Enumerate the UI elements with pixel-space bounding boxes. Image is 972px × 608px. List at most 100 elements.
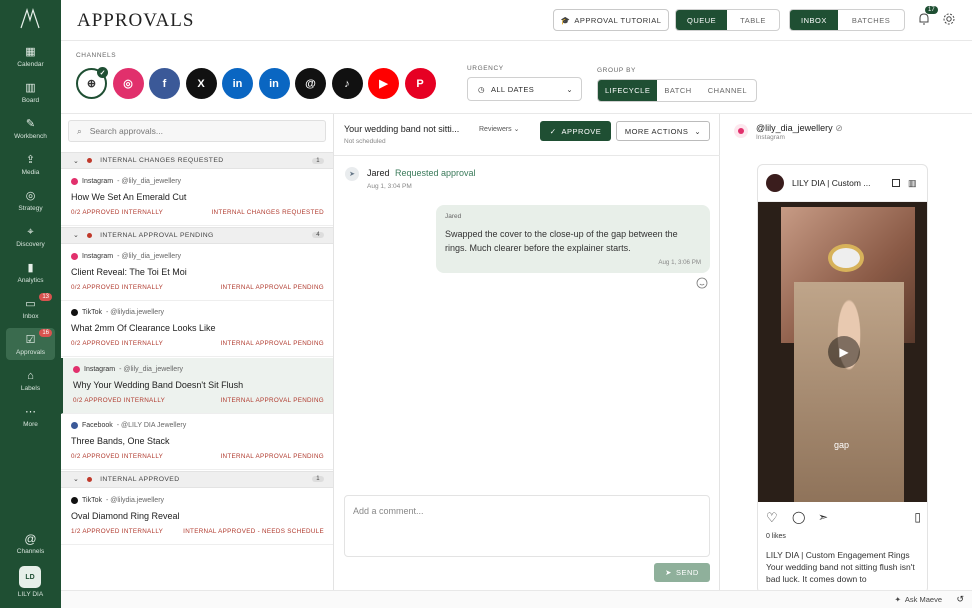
- sidebar-item-labels[interactable]: ⌂ Labels: [6, 364, 55, 396]
- ask-maeve-button[interactable]: ✦ Ask Maeve: [895, 595, 942, 604]
- inbox-mode-button[interactable]: INBOX: [790, 10, 838, 30]
- item-status: INTERNAL CHANGES REQUESTED: [211, 209, 324, 216]
- list-item[interactable]: TikTok - @lilydia.jewellery Oval Diamond …: [61, 489, 333, 545]
- topbar: APPROVALS 🎓 APPROVAL TUTORIAL QUEUE TABL…: [61, 0, 972, 41]
- more-icon: ⋯: [25, 406, 36, 418]
- group-lifecycle-button[interactable]: LIFECYCLE: [598, 80, 658, 101]
- item-approval-count: 0/2 APPROVED INTERNALLY: [71, 209, 164, 216]
- comment-placeholder: Add a comment...: [353, 506, 424, 516]
- item-platform: Facebook: [82, 422, 113, 429]
- video-thumbnail[interactable]: ▶ gap: [758, 202, 927, 502]
- channel-filter-linkedin[interactable]: in: [222, 68, 253, 99]
- platform-icon: [71, 252, 78, 260]
- bookmark-icon[interactable]: ▯: [914, 510, 921, 524]
- search-icon: ⌕: [77, 125, 82, 136]
- urgency-select[interactable]: ◷ ALL DATES ⌄: [467, 77, 582, 101]
- comment-icon[interactable]: ◯: [792, 510, 805, 524]
- channel-filter-youtube[interactable]: ▶: [368, 68, 399, 99]
- item-approval-count: 0/2 APPROVED INTERNALLY: [71, 453, 164, 460]
- user-name: LILY DIA: [17, 591, 44, 598]
- item-platform: Instagram: [84, 365, 116, 373]
- comment-bubble: Jared Swapped the cover to the close-up …: [436, 205, 710, 273]
- sidebar-item-analytics[interactable]: ▮ Analytics: [6, 256, 55, 288]
- group-batch-button[interactable]: BATCH: [657, 80, 698, 101]
- emoji-react-icon[interactable]: [696, 277, 708, 289]
- group-by-label: GROUP BY: [597, 67, 636, 74]
- workbench-icon: ✎: [25, 118, 36, 130]
- post-caption: LILY DIA | Custom Engagement Rings Your …: [766, 549, 924, 585]
- sidebar-item-strategy[interactable]: ◎ Strategy: [6, 184, 55, 216]
- channel-filter-instagram[interactable]: ◎: [112, 68, 144, 99]
- channel-filter-all-channels[interactable]: ⊕ ✓: [76, 67, 108, 99]
- preview-platform: Instagram: [756, 134, 785, 141]
- list-item[interactable]: Instagram - @lily_dia_jewellery Why Your …: [61, 357, 333, 414]
- group-header[interactable]: ⌄ INTERNAL APPROVED 1: [61, 470, 333, 488]
- sidebar-item-board[interactable]: ▥ Board: [6, 76, 55, 108]
- item-title: Oval Diamond Ring Reveal: [71, 510, 180, 521]
- sidebar-item-workbench[interactable]: ✎ Workbench: [6, 112, 55, 144]
- sidebar-item-approvals[interactable]: ☑ Approvals 16: [6, 328, 55, 360]
- search-input[interactable]: ⌕ Search approvals...: [68, 120, 326, 142]
- platform-icon: [71, 309, 78, 316]
- approve-label: APPROVE: [561, 126, 602, 136]
- sidebar-item-channels[interactable]: @ Channels: [6, 527, 55, 559]
- more-actions-button[interactable]: MORE ACTIONS ⌄: [616, 121, 710, 141]
- group-header[interactable]: ⌄ INTERNAL APPROVAL PENDING 4: [61, 226, 333, 244]
- square-icon[interactable]: [892, 179, 900, 187]
- item-approval-count: 1/2 APPROVED INTERNALLY: [71, 527, 164, 535]
- logo-icon[interactable]: [18, 8, 42, 30]
- history-icon[interactable]: ↺: [956, 594, 964, 605]
- channel-filter-linkedin-page[interactable]: in: [258, 68, 290, 99]
- item-source: Instagram - @lily_dia_jewellery: [71, 252, 181, 260]
- table-view-button[interactable]: TABLE: [727, 10, 779, 30]
- avatar[interactable]: LD: [19, 566, 41, 588]
- list-item[interactable]: Instagram - @lily_dia_jewellery How We Se…: [61, 170, 333, 226]
- event-action: Requested approval: [395, 168, 476, 178]
- item-status: INTERNAL APPROVED - NEEDS SCHEDULE: [183, 527, 324, 535]
- group-count: 1: [312, 476, 324, 482]
- compass-icon: ◎: [25, 190, 36, 202]
- list-item[interactable]: Facebook - @LILY DIA Jewellery Three Band…: [61, 414, 333, 470]
- queue-view-button[interactable]: QUEUE: [676, 10, 728, 30]
- sidebar-item-inbox[interactable]: ▭ Inbox 13: [6, 292, 55, 324]
- linkedin-page-icon: in: [269, 77, 279, 90]
- search-placeholder: Search approvals...: [89, 126, 163, 136]
- batches-mode-button[interactable]: BATCHES: [838, 10, 904, 30]
- sidebar-item-label: Strategy: [18, 205, 43, 212]
- sparkle-icon: ✦: [894, 595, 901, 604]
- group-header[interactable]: ⌄ INTERNAL CHANGES REQUESTED 1: [61, 152, 333, 169]
- platform-icon: [73, 365, 80, 373]
- channel-filter-threads[interactable]: @: [295, 68, 326, 99]
- comment-input[interactable]: Add a comment...: [344, 495, 710, 557]
- share-icon[interactable]: ➣: [818, 510, 828, 524]
- channel-filter-tiktok[interactable]: ♪: [331, 68, 363, 99]
- video-caption: gap: [834, 440, 850, 450]
- play-button[interactable]: ▶: [828, 336, 860, 368]
- list-item[interactable]: TikTok - @lilydia.jewellery What 2mm Of C…: [61, 301, 333, 357]
- channel-filter-facebook[interactable]: f: [149, 68, 180, 99]
- sidebar-item-media[interactable]: ⇪ Media: [6, 148, 55, 180]
- threads-icon: @: [305, 77, 316, 90]
- bell-icon[interactable]: [917, 12, 931, 26]
- heart-icon[interactable]: ♡: [766, 510, 778, 526]
- list-item[interactable]: Instagram - @lily_dia_jewellery Client Re…: [61, 245, 333, 301]
- approve-button[interactable]: ✓ APPROVE: [540, 121, 611, 141]
- reviewers-dropdown[interactable]: Reviewers ⌄: [479, 125, 520, 133]
- item-approval-count: 0/2 APPROVED INTERNALLY: [73, 396, 166, 404]
- gear-icon[interactable]: [942, 12, 956, 26]
- status-dot: [87, 476, 93, 482]
- footer: ✦ Ask Maeve ↺: [61, 590, 972, 608]
- channel-filter-x[interactable]: X: [185, 68, 217, 99]
- carousel-icon[interactable]: ▥: [908, 178, 917, 189]
- sidebar-item-calendar[interactable]: ▦ Calendar: [6, 40, 55, 72]
- send-button[interactable]: ➤ SEND: [654, 563, 710, 582]
- group-channel-button[interactable]: CHANNEL: [699, 80, 756, 101]
- status-dot: [87, 158, 93, 163]
- sidebar-item-more[interactable]: ⋯ More: [6, 400, 55, 432]
- sidebar-item-discovery[interactable]: ⌖ Discovery: [6, 220, 55, 252]
- at-icon: @: [24, 532, 37, 546]
- approval-tutorial-button[interactable]: 🎓 APPROVAL TUTORIAL: [553, 9, 669, 31]
- sidebar-item-label: Analytics: [17, 277, 44, 284]
- x-icon: X: [197, 77, 205, 90]
- channel-filter-pinterest[interactable]: P: [404, 68, 436, 99]
